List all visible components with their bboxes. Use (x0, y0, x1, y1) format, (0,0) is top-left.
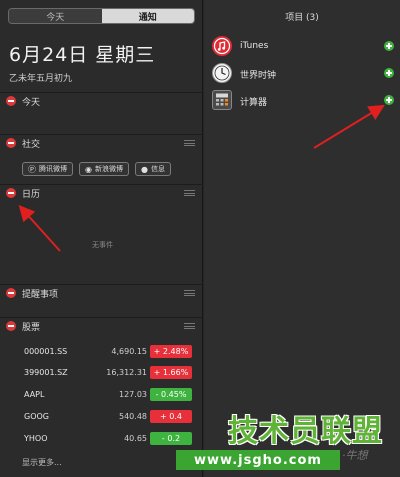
stock-price: 40.65 (124, 434, 147, 443)
item-label: 计算器 (240, 98, 268, 108)
drag-handle-icon[interactable] (184, 323, 195, 329)
item-label: iTunes (240, 41, 269, 51)
tab-today[interactable]: 今天 (9, 9, 102, 23)
message-button[interactable]: ● 信息 (134, 162, 171, 176)
section-stocks: 股票 (0, 317, 203, 334)
section-today: 今天 (0, 92, 203, 109)
stock-price: 127.03 (119, 390, 147, 399)
stock-symbol: 000001.SS (24, 347, 68, 356)
social-buttons: Ⓟ 腾讯微博 ◉ 新浪微博 ● 信息 (22, 162, 171, 176)
date-heading: 6月24日 星期三 (9, 44, 156, 66)
watermark-brand: 技术员联盟 (228, 414, 383, 449)
remove-stocks-icon[interactable] (6, 321, 16, 331)
segmented-control: 今天 通知 (8, 8, 195, 24)
stock-price: 540.48 (119, 412, 147, 421)
lunar-date: 乙未年五月初九 (9, 74, 73, 84)
section-reminders: 提醒事项 (0, 284, 203, 301)
watermark-url: www.jsgho.com (176, 450, 340, 470)
tencent-weibo-icon: Ⓟ (28, 164, 36, 174)
remove-social-icon[interactable] (6, 138, 16, 148)
clock-icon (212, 63, 232, 83)
section-social: 社交 (0, 134, 203, 151)
message-label: 信息 (150, 165, 165, 173)
section-calendar-label: 日历 (22, 189, 41, 200)
items-header: 项目 (3) (285, 13, 319, 23)
item-world-clock: 世界时钟 (204, 61, 400, 87)
stock-change: + 1.66% (150, 366, 192, 379)
add-itunes-icon[interactable] (384, 41, 394, 51)
stock-change: - 0.45% (150, 388, 192, 401)
tencent-weibo-label: 腾讯微博 (39, 165, 67, 173)
stock-symbol: 399001.SZ (24, 368, 68, 377)
stock-row[interactable]: YHOO 40.65 - 0.2 (0, 432, 203, 446)
drag-handle-icon[interactable] (184, 140, 195, 146)
stock-row[interactable]: GOOG 540.48 + 0.4 (0, 410, 203, 424)
section-stocks-label: 股票 (22, 322, 41, 333)
no-events-text: 无事件 (92, 241, 113, 249)
sina-weibo-label: 新浪微博 (94, 165, 123, 173)
stock-change: + 2.48% (150, 345, 192, 358)
widget-panel: 今天 通知 6月24日 星期三 乙未年五月初九 今天 社交 Ⓟ 腾讯微博 ◉ 新… (0, 0, 203, 477)
section-social-label: 社交 (22, 139, 41, 150)
stock-price: 16,312.31 (106, 368, 147, 377)
drag-handle-icon[interactable] (184, 190, 195, 196)
show-more-link[interactable]: 显示更多... (22, 457, 62, 468)
stock-change: + 0.4 (150, 410, 192, 423)
remove-reminders-icon[interactable] (6, 288, 16, 298)
item-label: 世界时钟 (240, 71, 277, 81)
stock-symbol: GOOG (24, 412, 49, 421)
item-itunes: iTunes (204, 34, 400, 60)
section-today-label: 今天 (22, 97, 41, 108)
stock-price: 4,690.15 (111, 347, 147, 356)
speech-bubble-icon: ● (140, 164, 148, 174)
tencent-weibo-button[interactable]: Ⓟ 腾讯微博 (22, 162, 73, 176)
sina-weibo-icon: ◉ (85, 164, 92, 174)
remove-today-icon[interactable] (6, 96, 16, 106)
add-world-clock-icon[interactable] (384, 68, 394, 78)
drag-handle-icon[interactable] (184, 290, 195, 296)
stock-symbol: AAPL (24, 390, 45, 399)
remove-calendar-icon[interactable] (6, 188, 16, 198)
stock-symbol: YHOO (24, 434, 48, 443)
stock-row[interactable]: 000001.SS 4,690.15 + 2.48% (0, 345, 203, 359)
item-calculator: 计算器 (204, 88, 400, 114)
itunes-icon (212, 36, 232, 56)
stock-row[interactable]: 399001.SZ 16,312.31 + 1.66% (0, 366, 203, 380)
stock-change: - 0.2 (150, 432, 192, 445)
tab-notifications[interactable]: 通知 (101, 9, 194, 23)
section-calendar: 日历 (0, 184, 203, 201)
calculator-icon (212, 90, 232, 110)
section-reminders-label: 提醒事项 (22, 289, 59, 300)
watermark-tag: ·牛想 (342, 449, 368, 462)
stock-row[interactable]: AAPL 127.03 - 0.45% (0, 388, 203, 402)
add-calculator-icon[interactable] (384, 95, 394, 105)
sina-weibo-button[interactable]: ◉ 新浪微博 (79, 162, 129, 176)
